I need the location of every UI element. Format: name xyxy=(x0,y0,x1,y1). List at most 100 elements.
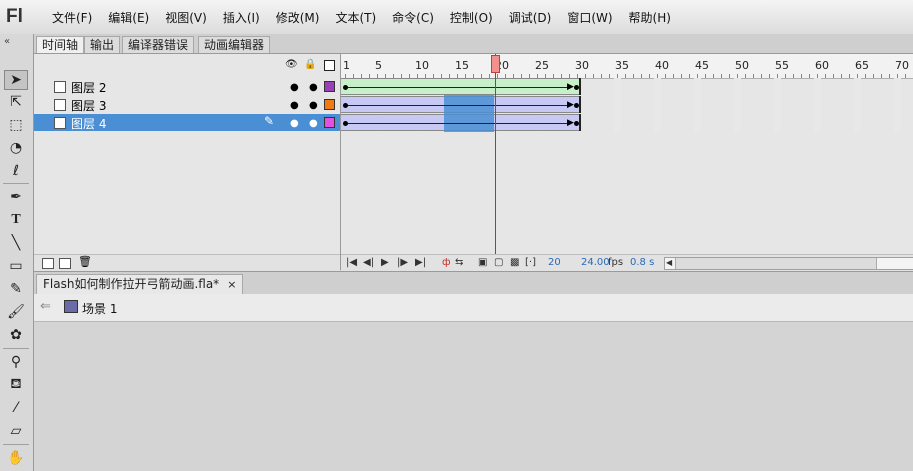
marker-icon[interactable]: ф xyxy=(442,257,451,268)
deco-tool-icon[interactable]: ✿ xyxy=(4,325,28,345)
frame-footer: |◀ ◀| ▶ |▶ ▶| ф ⇆ ▣ ▢ ▩ [·] 20 24.00 fps… xyxy=(341,254,913,271)
frame-ruler[interactable]: 1 5 10 15 20 25 30 35 40 45 50 55 60 65 70 xyxy=(341,54,913,79)
menu-debug[interactable]: 调试(D) xyxy=(501,9,560,26)
bone-tool-icon[interactable]: ⚲ xyxy=(4,352,28,372)
tab-motion-editor[interactable]: 动画编辑器 xyxy=(198,36,271,53)
onion-outline-icon[interactable]: ▢ xyxy=(494,257,503,268)
menu-view[interactable]: 视图(V) xyxy=(157,9,215,26)
menu-window[interactable]: 窗口(W) xyxy=(559,9,620,26)
ruler-label: 45 xyxy=(695,59,709,72)
pen-tool-icon[interactable]: ✒ xyxy=(4,187,28,207)
close-icon[interactable]: × xyxy=(227,278,236,291)
menu-text[interactable]: 文本(T) xyxy=(327,9,384,26)
free-transform-tool-icon[interactable]: ⬚ xyxy=(4,115,28,135)
current-frame[interactable]: 20 xyxy=(548,257,561,268)
collapse-icon[interactable]: « xyxy=(4,36,10,47)
fps-value[interactable]: 24.00 xyxy=(581,257,610,268)
edit-multiple-icon[interactable]: ▩ xyxy=(510,257,519,268)
layer-row-selected[interactable]: 图层 4 ✎ ● ● xyxy=(34,114,340,131)
frame-grid[interactable]: ▶ ▶ ▶ xyxy=(341,78,913,132)
frame-band xyxy=(774,78,781,132)
onion-markers-icon[interactable]: [·] xyxy=(525,257,536,268)
step-forward-icon[interactable]: |▶ xyxy=(397,257,408,268)
subselection-tool-icon[interactable]: ⇱ xyxy=(4,92,28,112)
go-to-last-icon[interactable]: ▶| xyxy=(415,257,426,268)
toolbar-divider xyxy=(3,183,29,184)
keyframe-dot[interactable] xyxy=(343,103,348,108)
hand-tool-icon[interactable]: ✋ xyxy=(4,448,28,468)
scene-label[interactable]: 场景 1 xyxy=(82,300,117,317)
stage-area[interactable] xyxy=(34,322,913,471)
ruler-label: 50 xyxy=(735,59,749,72)
scroll-thumb[interactable] xyxy=(675,258,877,269)
document-title: Flash如何制作拉开弓箭动画.fla* xyxy=(43,277,220,291)
frame-band xyxy=(814,78,821,132)
line-tool-icon[interactable]: ╲ xyxy=(4,233,28,253)
frame-band xyxy=(854,78,861,132)
menu-help[interactable]: 帮助(H) xyxy=(621,9,679,26)
menu-file[interactable]: 文件(F) xyxy=(44,9,100,26)
frame-band xyxy=(614,78,621,132)
frame-selection[interactable] xyxy=(444,95,494,132)
visibility-dot[interactable]: ● xyxy=(290,118,299,129)
menu-insert[interactable]: 插入(I) xyxy=(215,9,268,26)
layer-color-swatch[interactable] xyxy=(324,99,335,110)
selection-tool-icon[interactable]: ➤ xyxy=(4,70,28,90)
rectangle-tool-icon[interactable]: ▭ xyxy=(4,256,28,276)
ruler-label: 60 xyxy=(815,59,829,72)
keyframe-dot[interactable] xyxy=(343,121,348,126)
paint-bucket-tool-icon[interactable]: ⛾ xyxy=(4,375,28,395)
new-folder-icon[interactable] xyxy=(59,258,71,269)
tab-output[interactable]: 输出 xyxy=(84,36,121,53)
menu-modify[interactable]: 修改(M) xyxy=(268,9,328,26)
eraser-tool-icon[interactable]: ▱ xyxy=(4,421,28,441)
ruler-label: 15 xyxy=(455,59,469,72)
3d-rotation-tool-icon[interactable]: ◔ xyxy=(4,138,28,158)
step-back-icon[interactable]: ◀| xyxy=(363,257,374,268)
layer-color-swatch[interactable] xyxy=(324,117,335,128)
keyframe-dot[interactable] xyxy=(343,85,348,90)
tab-compiler-errors[interactable]: 编译器错误 xyxy=(122,36,195,53)
layer-footer: 🗑 xyxy=(34,254,340,271)
menu-bar: Fl 文件(F) 编辑(E) 视图(V) 插入(I) 修改(M) 文本(T) 命… xyxy=(0,0,913,35)
horizontal-scrollbar[interactable]: ◀ xyxy=(664,257,913,270)
menu-commands[interactable]: 命令(C) xyxy=(384,9,442,26)
lock-dot[interactable]: ● xyxy=(309,82,318,93)
menu-control[interactable]: 控制(O) xyxy=(442,9,501,26)
tab-timeline[interactable]: 时间轴 xyxy=(36,36,85,53)
ruler-label: 55 xyxy=(775,59,789,72)
ruler-label: 1 xyxy=(343,59,350,72)
back-arrow-icon[interactable]: ⇐ xyxy=(40,299,51,314)
text-tool-icon[interactable]: T xyxy=(4,210,28,230)
arrowhead-icon: ▶ xyxy=(567,82,574,92)
document-tab[interactable]: Flash如何制作拉开弓箭动画.fla* × xyxy=(36,274,244,294)
playhead[interactable] xyxy=(491,55,500,73)
trash-icon[interactable]: 🗑 xyxy=(78,255,92,268)
outline-icon[interactable] xyxy=(324,60,335,71)
pencil-tool-icon[interactable]: ✎ xyxy=(4,279,28,299)
loop-icon[interactable]: ⇆ xyxy=(455,257,463,268)
brush-tool-icon[interactable]: 🖌 xyxy=(4,302,28,322)
end-frame xyxy=(574,78,581,95)
onion-skin-icon[interactable]: ▣ xyxy=(478,257,487,268)
layer-row[interactable]: 图层 2 ● ● xyxy=(34,78,340,95)
playhead-line xyxy=(495,54,496,255)
layer-row[interactable]: 图层 3 ● ● xyxy=(34,96,340,113)
play-icon[interactable]: ▶ xyxy=(381,257,389,268)
lasso-tool-icon[interactable]: ℓ xyxy=(4,161,28,181)
eyedropper-tool-icon[interactable]: ⁄ xyxy=(4,398,28,418)
arrowhead-icon: ▶ xyxy=(567,100,574,110)
visibility-dot[interactable]: ● xyxy=(290,82,299,93)
menu-edit[interactable]: 编辑(E) xyxy=(100,9,157,26)
lock-icon[interactable]: 🔒 xyxy=(304,59,316,71)
lock-dot[interactable]: ● xyxy=(309,118,318,129)
lock-dot[interactable]: ● xyxy=(309,100,318,111)
visibility-dot[interactable]: ● xyxy=(290,100,299,111)
new-layer-icon[interactable] xyxy=(42,258,54,269)
tools-panel: « ➤ ⇱ ⬚ ◔ ℓ ✒ T ╲ ▭ ✎ 🖌 ✿ ⚲ ⛾ ⁄ ▱ ✋ xyxy=(0,34,34,471)
go-to-first-icon[interactable]: |◀ xyxy=(346,257,357,268)
eye-icon[interactable]: 👁 xyxy=(285,59,298,71)
layer-color-swatch[interactable] xyxy=(324,81,335,92)
frames-area: 1 5 10 15 20 25 30 35 40 45 50 55 60 65 70 ▶ ▶ ▶ xyxy=(340,54,913,271)
scroll-left-icon[interactable]: ◀ xyxy=(666,258,672,267)
